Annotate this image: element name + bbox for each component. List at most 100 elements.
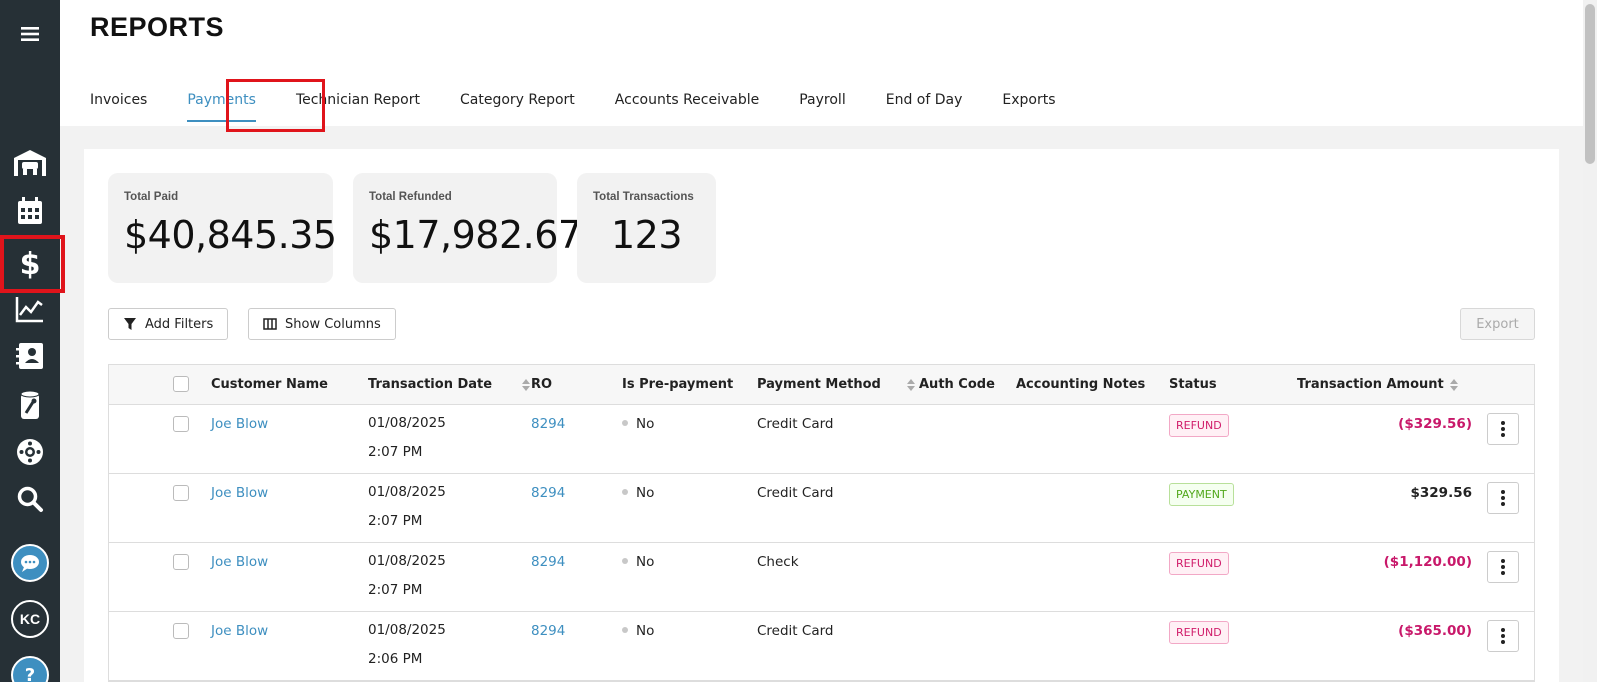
- time-value: 2:07 PM: [368, 582, 423, 598]
- more-vertical-icon: [1501, 628, 1505, 644]
- date-value: 01/08/2025: [368, 415, 446, 431]
- scrollbar-thumb[interactable]: [1585, 4, 1595, 164]
- tab-highlight-box: [226, 79, 325, 132]
- col-customer-name: Customer Name: [211, 377, 328, 392]
- col-accounting-notes: Accounting Notes: [1016, 377, 1146, 392]
- ro-link[interactable]: 8294: [531, 485, 565, 501]
- sort-icon: [906, 378, 915, 391]
- customer-link[interactable]: Joe Blow: [211, 554, 268, 570]
- page-scrollbar[interactable]: [1583, 0, 1597, 682]
- status-badge: PAYMENT: [1169, 483, 1234, 506]
- customer-link[interactable]: Joe Blow: [211, 485, 268, 501]
- date-value: 01/08/2025: [368, 622, 446, 638]
- prepayment-text: No: [636, 416, 655, 432]
- customer-link[interactable]: Joe Blow: [211, 416, 268, 432]
- customer-link[interactable]: Joe Blow: [211, 623, 268, 639]
- export-button[interactable]: Export: [1460, 308, 1535, 340]
- garage-icon[interactable]: [0, 140, 60, 186]
- more-vertical-icon: [1501, 559, 1505, 575]
- date-value: 01/08/2025: [368, 553, 446, 569]
- header: REPORTS Invoices Payments Technician Rep…: [60, 0, 1597, 132]
- table-row: Joe Blow 01/08/2025 2:07 PM 8294 No Cred…: [109, 405, 1534, 474]
- status-dot: [622, 489, 628, 495]
- tab-accounts-receivable[interactable]: Accounts Receivable: [615, 92, 759, 108]
- prepayment-text: No: [636, 485, 655, 501]
- prepayment-value: No: [622, 416, 654, 432]
- time-value: 2:07 PM: [368, 513, 423, 529]
- transaction-amount: ($1,120.00): [1383, 554, 1472, 570]
- chat-icon: [11, 544, 49, 582]
- help-icon: ?: [11, 656, 49, 682]
- total-refunded-value: $17,982.67: [369, 213, 582, 257]
- col-auth-code: Auth Code: [919, 377, 995, 392]
- prepayment-value: No: [622, 485, 654, 501]
- table-row: Joe Blow 01/08/2025 2:07 PM 8294 No Chec…: [109, 543, 1534, 612]
- contacts-icon[interactable]: [0, 333, 60, 379]
- tab-end-of-day[interactable]: End of Day: [886, 92, 963, 108]
- status-badge: REFUND: [1169, 621, 1229, 644]
- ro-link[interactable]: 8294: [531, 416, 565, 432]
- col-transaction-amount[interactable]: Transaction Amount: [1297, 377, 1458, 392]
- tab-invoices[interactable]: Invoices: [90, 92, 147, 108]
- date-value: 01/08/2025: [368, 484, 446, 500]
- row-actions-button[interactable]: [1487, 413, 1519, 445]
- menu-icon[interactable]: [0, 11, 60, 57]
- col-ro: RO: [531, 377, 553, 392]
- col-payment-method-label: Payment Method: [757, 377, 881, 392]
- chat-button[interactable]: [0, 540, 60, 586]
- row-actions-button[interactable]: [1487, 620, 1519, 652]
- chart-icon[interactable]: [0, 286, 60, 332]
- total-refunded-label: Total Refunded: [369, 191, 452, 203]
- col-payment-method[interactable]: Payment Method: [757, 377, 915, 392]
- status-dot: [622, 558, 628, 564]
- tab-category-report[interactable]: Category Report: [460, 92, 575, 108]
- total-paid-card: Total Paid $40,845.35: [108, 173, 337, 283]
- payment-method: Check: [757, 554, 799, 570]
- select-all-checkbox[interactable]: [173, 376, 189, 392]
- ro-link[interactable]: 8294: [531, 623, 565, 639]
- more-vertical-icon: [1501, 421, 1505, 437]
- help-button[interactable]: ?: [0, 652, 60, 682]
- transaction-amount: ($329.56): [1398, 416, 1472, 432]
- add-filters-button[interactable]: Add Filters: [108, 308, 229, 340]
- row-actions-button[interactable]: [1487, 482, 1519, 514]
- payments-report-panel: Total Paid $40,845.35 Total Refunded $17…: [84, 149, 1559, 682]
- prepayment-value: No: [622, 623, 654, 639]
- status-badge: REFUND: [1169, 552, 1229, 575]
- col-is-prepayment: Is Pre-payment: [622, 377, 734, 392]
- tire-icon[interactable]: [0, 429, 60, 475]
- row-checkbox[interactable]: [173, 485, 189, 501]
- transaction-amount: ($365.00): [1398, 623, 1472, 639]
- payment-method: Credit Card: [757, 416, 834, 432]
- col-transaction-date-label: Transaction Date: [368, 377, 493, 392]
- row-checkbox[interactable]: [173, 416, 189, 432]
- add-filters-label: Add Filters: [145, 316, 214, 332]
- row-checkbox[interactable]: [173, 554, 189, 570]
- transaction-date: 01/08/2025 2:07 PM: [368, 547, 446, 605]
- prepayment-text: No: [636, 554, 655, 570]
- total-paid-label: Total Paid: [124, 191, 179, 203]
- calendar-icon[interactable]: [0, 188, 60, 234]
- ro-link[interactable]: 8294: [531, 554, 565, 570]
- more-vertical-icon: [1501, 490, 1505, 506]
- row-checkbox[interactable]: [173, 623, 189, 639]
- status-badge: REFUND: [1169, 414, 1229, 437]
- payments-table: Customer Name Transaction Date RO Is Pre…: [108, 364, 1535, 682]
- sort-icon: [522, 378, 531, 391]
- user-avatar-button[interactable]: KC: [0, 596, 60, 642]
- tab-exports[interactable]: Exports: [1002, 92, 1055, 108]
- show-columns-button[interactable]: Show Columns: [248, 308, 396, 340]
- parts-icon[interactable]: [0, 382, 60, 428]
- time-value: 2:06 PM: [368, 651, 423, 667]
- total-transactions-value: 123: [610, 213, 683, 257]
- transaction-date: 01/08/2025 2:07 PM: [368, 409, 446, 467]
- prepayment-value: No: [622, 554, 654, 570]
- payment-method: Credit Card: [757, 623, 834, 639]
- col-transaction-date[interactable]: Transaction Date: [368, 377, 531, 392]
- time-value: 2:07 PM: [368, 444, 423, 460]
- row-actions-button[interactable]: [1487, 551, 1519, 583]
- search-icon[interactable]: [0, 476, 60, 522]
- status-dot: [622, 420, 628, 426]
- status-dot: [622, 627, 628, 633]
- tab-payroll[interactable]: Payroll: [799, 92, 845, 108]
